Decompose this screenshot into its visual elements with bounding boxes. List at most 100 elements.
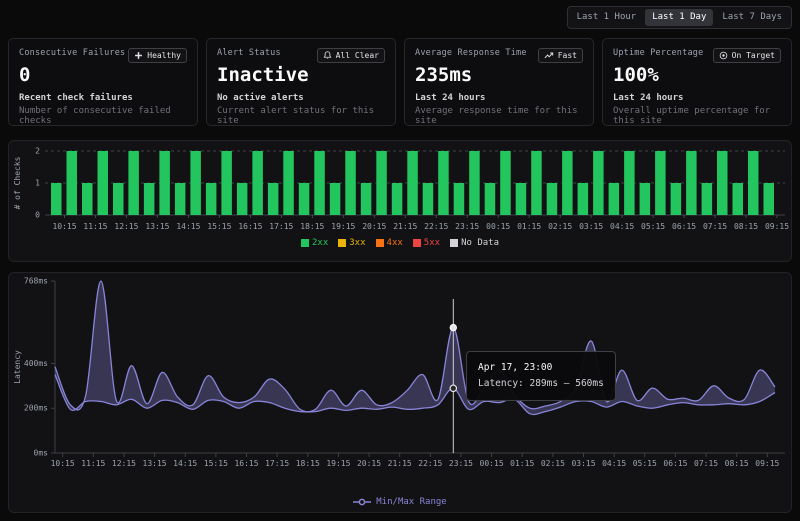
legend-swatch [450,239,458,247]
badge-label: Fast [558,51,577,60]
trend-up-icon [544,51,554,60]
checks-bar-chart[interactable]: 012# of Checks10:1511:1512:1513:1514:151… [9,141,791,237]
tooltip-latency-range: Latency: 289ms – 560ms [478,376,604,392]
svg-text:00:15: 00:15 [486,222,510,231]
range-last-1-hour-button[interactable]: Last 1 Hour [570,9,644,26]
status-badge: On Target [713,48,781,63]
svg-text:22:15: 22:15 [424,222,448,231]
svg-text:09:15: 09:15 [765,222,789,231]
card-average-response-time: Average Response Time Fast 235ms Last 24… [404,38,594,126]
card-consecutive-failures: Consecutive Failures Healthy 0 Recent ch… [8,38,198,126]
svg-text:18:15: 18:15 [300,222,324,231]
svg-text:07:15: 07:15 [703,222,727,231]
status-badge: All Clear [317,48,385,63]
card-title: Uptime Percentage [613,48,703,58]
badge-label: Healthy [147,51,181,60]
svg-text:04:15: 04:15 [602,459,626,468]
card-value: 100% [613,64,781,86]
range-last-7-days-button[interactable]: Last 7 Days [715,9,789,26]
svg-text:200ms: 200ms [24,404,48,413]
svg-text:16:15: 16:15 [234,459,258,468]
legend-item-4xx[interactable]: 4xx [376,238,403,248]
legend-label: No Data [461,238,499,248]
legend-swatch [413,239,421,247]
tooltip-date: Apr 17, 23:00 [478,360,604,376]
card-value: 0 [19,64,187,86]
svg-text:21:15: 21:15 [388,459,412,468]
svg-text:17:15: 17:15 [269,222,293,231]
card-subtitle: Last 24 hours [415,93,583,103]
legend-item-2xx[interactable]: 2xx [301,238,328,248]
svg-text:15:15: 15:15 [207,222,231,231]
svg-text:0: 0 [35,211,40,220]
svg-text:13:15: 13:15 [145,222,169,231]
svg-text:04:15: 04:15 [610,222,634,231]
svg-text:20:15: 20:15 [357,459,381,468]
svg-text:00:15: 00:15 [480,459,504,468]
svg-text:08:15: 08:15 [734,222,758,231]
svg-text:01:15: 01:15 [510,459,534,468]
chart-tooltip: Apr 17, 23:00 Latency: 289ms – 560ms [466,351,616,401]
svg-text:10:15: 10:15 [52,222,76,231]
svg-text:09:15: 09:15 [755,459,779,468]
legend-item-5xx[interactable]: 5xx [413,238,440,248]
svg-text:17:15: 17:15 [265,459,289,468]
svg-text:2: 2 [35,147,40,156]
card-subtitle: Recent check failures [19,93,187,103]
svg-text:06:15: 06:15 [663,459,687,468]
svg-text:1: 1 [35,179,40,188]
legend-label: 2xx [312,238,328,248]
card-subtitle: No active alerts [217,93,385,103]
svg-text:12:15: 12:15 [112,459,136,468]
svg-text:02:15: 02:15 [548,222,572,231]
svg-text:15:15: 15:15 [204,459,228,468]
badge-label: On Target [732,51,775,60]
svg-text:0ms: 0ms [34,449,49,458]
status-badge: Fast [538,48,583,63]
legend-label: 3xx [349,238,365,248]
card-uptime-percentage: Uptime Percentage On Target 100% Last 24… [602,38,792,126]
svg-text:05:15: 05:15 [633,459,657,468]
svg-text:01:15: 01:15 [517,222,541,231]
svg-text:05:15: 05:15 [641,222,665,231]
svg-text:14:15: 14:15 [173,459,197,468]
stat-cards-row: Consecutive Failures Healthy 0 Recent ch… [8,38,792,126]
time-range-selector: Last 1 Hour Last 1 Day Last 7 Days [567,6,792,29]
svg-text:768ms: 768ms [24,277,48,286]
card-description: Average response time for this site [415,106,583,126]
target-icon [719,51,728,60]
legend-swatch [338,239,346,247]
card-title: Alert Status [217,48,281,58]
legend-label: 5xx [424,238,440,248]
bell-icon [323,51,332,60]
svg-text:03:15: 03:15 [579,222,603,231]
legend-swatch [301,239,309,247]
card-value: Inactive [217,64,385,86]
svg-text:16:15: 16:15 [238,222,262,231]
svg-text:03:15: 03:15 [571,459,595,468]
latency-area-chart[interactable]: 0ms200ms400ms768msLatency10:1511:1512:15… [9,273,791,483]
svg-text:22:15: 22:15 [418,459,442,468]
latency-legend-label: Min/Max Range [376,497,446,507]
max-point-marker [450,324,456,330]
svg-text:02:15: 02:15 [541,459,565,468]
svg-text:23:15: 23:15 [449,459,473,468]
legend-item-3xx[interactable]: 3xx [338,238,365,248]
latency-chart-panel: 0ms200ms400ms768msLatency10:1511:1512:15… [8,272,792,513]
latency-legend[interactable]: Min/Max Range [9,497,791,507]
svg-text:Latency: Latency [13,350,22,384]
legend-swatch [376,239,384,247]
svg-text:11:15: 11:15 [81,459,105,468]
topbar: Last 1 Hour Last 1 Day Last 7 Days [567,6,792,29]
svg-text:20:15: 20:15 [362,222,386,231]
svg-text:10:15: 10:15 [51,459,75,468]
min-point-marker [450,385,456,391]
svg-text:12:15: 12:15 [114,222,138,231]
svg-text:08:15: 08:15 [725,459,749,468]
svg-text:# of Checks: # of Checks [13,156,22,209]
svg-text:19:15: 19:15 [331,222,355,231]
range-last-1-day-button[interactable]: Last 1 Day [645,9,713,26]
checks-chart-legend: 2xx 3xx 4xx 5xx No Data [9,238,791,248]
svg-text:07:15: 07:15 [694,459,718,468]
legend-item-no-data[interactable]: No Data [450,238,499,248]
